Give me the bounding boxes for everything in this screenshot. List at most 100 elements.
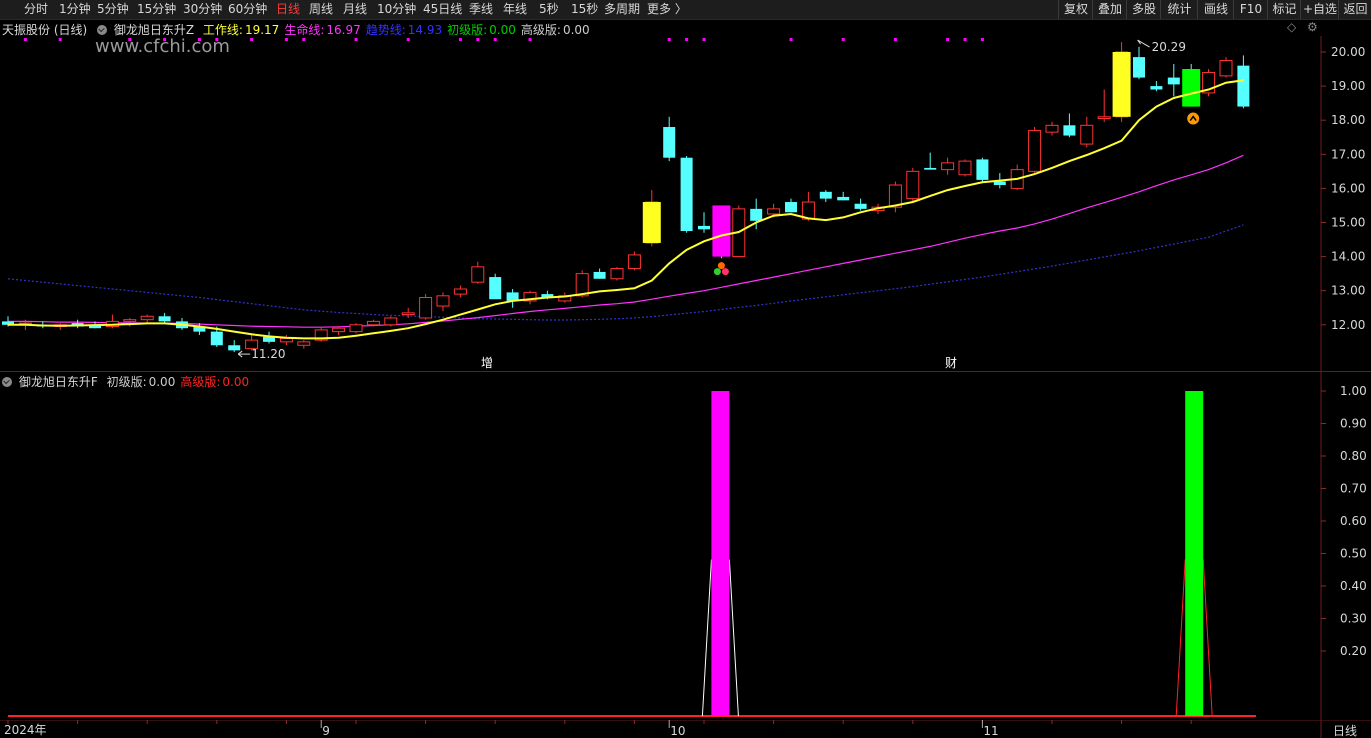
candle-body (1097, 116, 1111, 119)
date-tick-label: 10 (670, 724, 685, 738)
candle-body (349, 324, 363, 333)
settings-icon[interactable]: ⚙ (1307, 20, 1318, 34)
indicator-label: 初级版: (447, 23, 488, 37)
sub-axis-label: 0.30 (1340, 612, 1367, 626)
candlestick-chart[interactable]: 20.00 19.00 18.00 17.00 16.00 15.00 14.00 13.00… (0, 36, 1371, 371)
signal-dot (23, 38, 27, 41)
signal-dot (963, 38, 967, 41)
tab-12[interactable]: 年线 (503, 0, 527, 19)
main-indicator-values: 工作线: 19.17 生命线: 16.97 趋势线: 14.93 初级版: 0.00 高级版: 0… (198, 23, 590, 37)
signal-dot (980, 38, 984, 41)
sub-axis-label: 1.00 (1340, 384, 1367, 398)
candle-body (785, 202, 797, 213)
candle-body (1045, 124, 1059, 133)
toolbar-button-7[interactable]: +自选 (1300, 0, 1339, 19)
signal-dot (528, 38, 532, 41)
signal-dot (458, 38, 462, 41)
date-tick-label: 9 (322, 724, 330, 738)
mark-zeng: 增 (481, 356, 493, 370)
candle-body (1167, 77, 1180, 85)
candle-body (627, 254, 641, 270)
toolbar-button-8[interactable]: 返回 (1338, 0, 1371, 19)
candle-body (489, 277, 502, 300)
tab-2[interactable]: 5分钟 (97, 0, 129, 19)
price-axis-label: 12.00 (1331, 318, 1365, 332)
tab-5[interactable]: 60分钟 (228, 0, 267, 19)
candle-body (384, 317, 398, 326)
date-year-label: 2024年 (4, 723, 47, 737)
candle-body (767, 208, 781, 215)
tab-4[interactable]: 30分钟 (183, 0, 222, 19)
price-axis-label: 14.00 (1331, 250, 1365, 264)
tab-11[interactable]: 季线 (469, 0, 493, 19)
signal-dot (702, 38, 706, 41)
date-tick-label: 11 (983, 724, 998, 738)
candle-body (366, 320, 380, 326)
tab-10[interactable]: 45日线 (423, 0, 462, 19)
life-line (8, 154, 1244, 328)
signal-dot (789, 38, 793, 41)
signal-dot (406, 38, 410, 41)
toolbar-button-1[interactable]: 叠加 (1092, 0, 1127, 19)
main-indicator-name: 御龙旭日东升Z (113, 23, 195, 37)
tab-9[interactable]: 10分钟 (377, 0, 416, 19)
toolbar-button-2[interactable]: 多股 (1126, 0, 1161, 19)
price-axis-label: 15.00 (1331, 216, 1365, 230)
candle-body (1080, 124, 1094, 145)
sub-axis-label: 0.50 (1340, 547, 1367, 561)
tab-0[interactable]: 分时 (24, 0, 48, 19)
tab-1[interactable]: 1分钟 (59, 0, 91, 19)
tab-8[interactable]: 月线 (343, 0, 367, 19)
candle-body (854, 203, 867, 209)
candle-body (924, 167, 937, 170)
tab-13[interactable]: 5秒 (539, 0, 559, 19)
candle-body (436, 295, 450, 307)
candle-body (906, 170, 920, 200)
tab-16[interactable]: 更多 〉 (647, 0, 687, 19)
candle-body (419, 297, 433, 319)
sub-signal-bar (711, 391, 730, 716)
candle-body (332, 327, 346, 333)
toolbar-button-4[interactable]: 画线 (1197, 0, 1234, 19)
candle-body (976, 159, 989, 180)
period-label: 日线 (1333, 724, 1357, 738)
indicator-value: 0.00 (562, 23, 590, 37)
flower-icon-petal2 (721, 268, 729, 276)
toolbar-button-6[interactable]: 标记 (1267, 0, 1301, 19)
toolbar-button-0[interactable]: 复权 (1058, 0, 1093, 19)
tab-7[interactable]: 周线 (309, 0, 333, 19)
signal-dot (841, 38, 845, 41)
candle-body (698, 225, 710, 230)
indicator-value: 19.17 (244, 23, 280, 37)
sub-indicator-chart[interactable]: 1.00 0.90 0.80 0.70 0.60 0.50 0.40 0.30 0.20 (0, 372, 1371, 722)
candle-body (837, 196, 850, 201)
indicator-value: 0.00 (489, 23, 516, 37)
sub-axis-label: 0.40 (1340, 579, 1367, 593)
candle-body (593, 271, 606, 279)
tab-3[interactable]: 15分钟 (137, 0, 176, 19)
signal-dot (128, 38, 132, 41)
tab-14[interactable]: 15秒 (571, 0, 598, 19)
signal-dot (893, 38, 897, 41)
diamond-icon[interactable]: ◇ (1287, 20, 1296, 34)
high-arrow (1137, 39, 1150, 48)
tab-6[interactable]: 日线 (276, 0, 300, 19)
sub-axis-label: 0.80 (1340, 449, 1367, 463)
indicator-value: 16.97 (326, 23, 361, 37)
signal-dot (667, 38, 671, 41)
highlight-bar (712, 205, 731, 257)
signal-dot (58, 38, 62, 41)
toolbar-button-3[interactable]: 统计 (1160, 0, 1198, 19)
candle-body (610, 268, 624, 280)
toolbar-button-5[interactable]: F10 (1233, 0, 1268, 19)
candle-body (1219, 60, 1233, 77)
tab-15[interactable]: 多周期 (604, 0, 640, 19)
candle-body (401, 312, 415, 316)
candle-body (297, 341, 311, 346)
highlight-bar (1182, 69, 1201, 107)
trend-line (7, 224, 1244, 321)
indicator-label: 趋势线: (365, 23, 406, 37)
sub-signal-bar (1185, 391, 1204, 716)
date-axis: 2024年 9 10 11 日线 (0, 720, 1371, 738)
indicator-toggle-icon[interactable] (97, 25, 108, 35)
